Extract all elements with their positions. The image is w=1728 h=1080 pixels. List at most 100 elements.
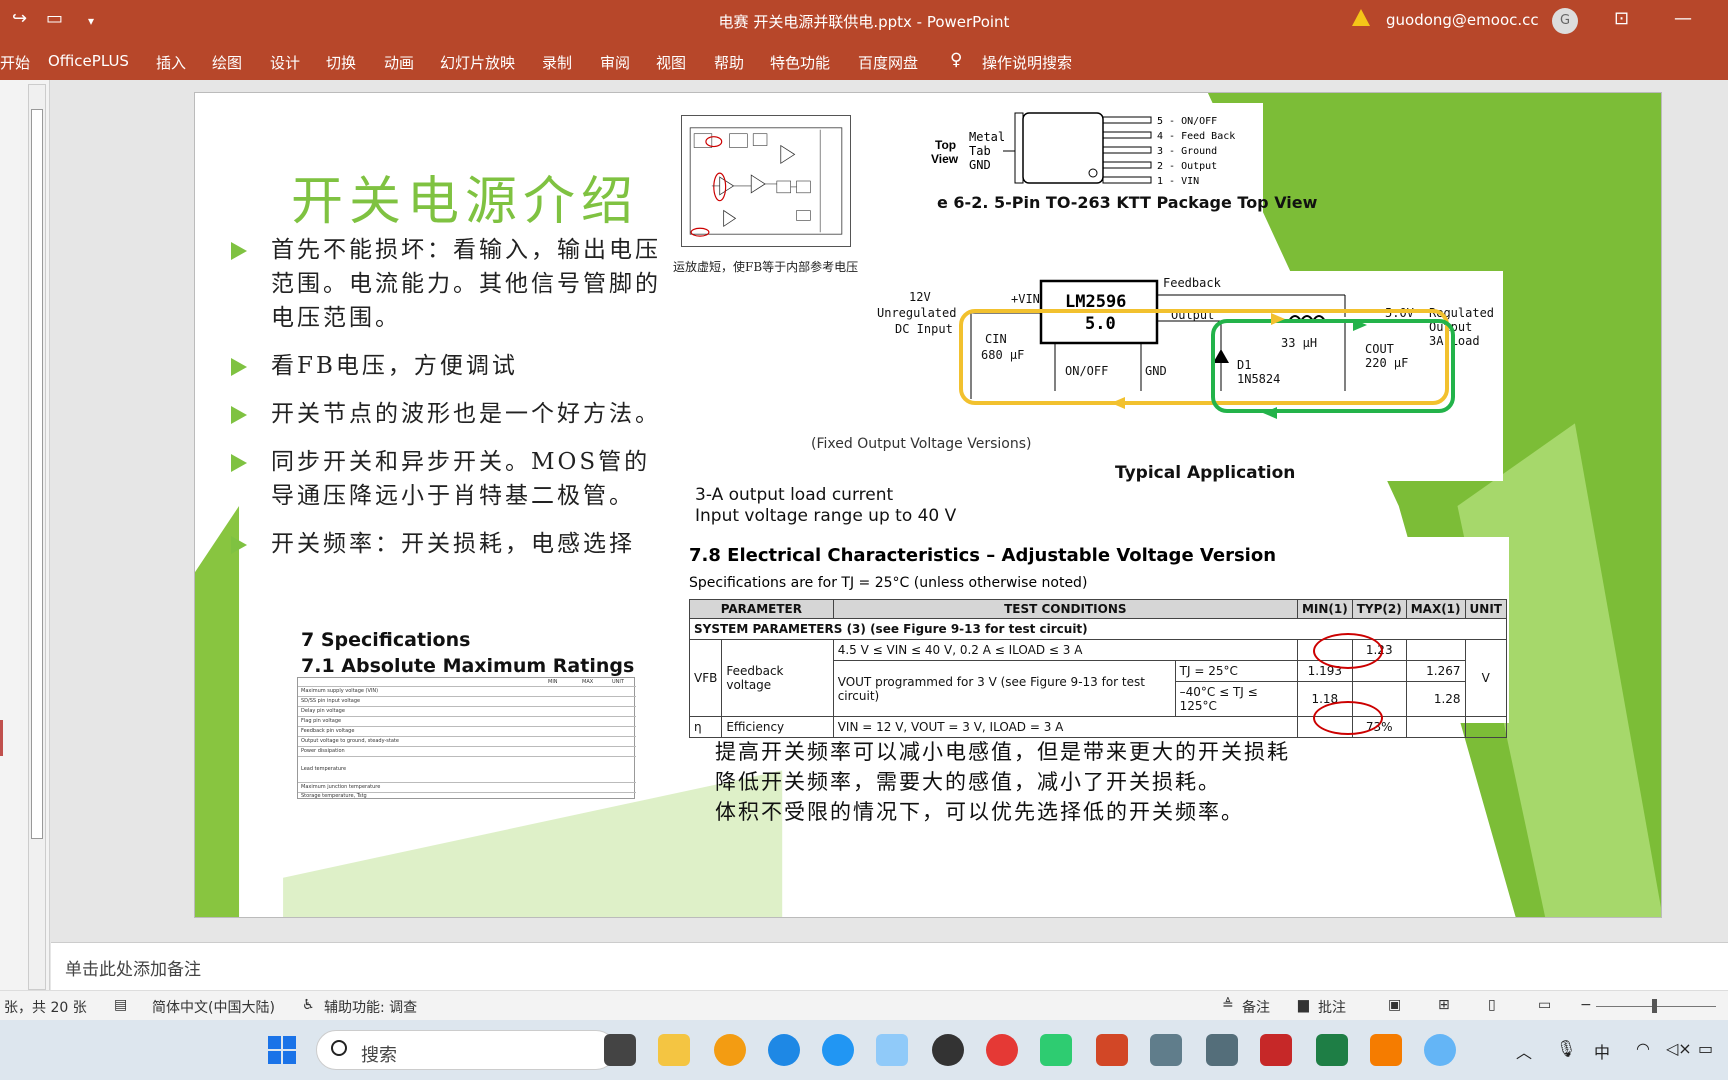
- app-icon[interactable]: [876, 1034, 908, 1066]
- comments-icon[interactable]: ▆: [1298, 997, 1309, 1013]
- volume-mute-icon[interactable]: ◁×: [1666, 1039, 1692, 1058]
- tab-insert[interactable]: 插入: [156, 52, 186, 73]
- package-caption: e 6-2. 5-Pin TO-263 KTT Package Top View: [937, 193, 1318, 212]
- bullet-item: 开关节点的波形也是一个好方法。: [231, 397, 671, 431]
- bullet-list[interactable]: 首先不能损坏：看输入，输出电压范围。电流能力。其他信号管脚的电压范围。 看FB电…: [231, 233, 671, 575]
- svg-text:220 µF: 220 µF: [1365, 356, 1408, 370]
- svg-text:Unregulated: Unregulated: [877, 306, 956, 320]
- svg-text:33 µH: 33 µH: [1281, 336, 1317, 350]
- tab-officeplus[interactable]: OfficePLUS: [48, 52, 129, 70]
- lightbulb-icon[interactable]: ♀: [950, 50, 962, 70]
- comments-button[interactable]: 批注: [1318, 997, 1346, 1017]
- task-view-icon[interactable]: [604, 1034, 636, 1066]
- normal-view-icon[interactable]: ▣: [1388, 997, 1401, 1013]
- tab-design[interactable]: 设计: [270, 52, 300, 73]
- calendar-app-icon[interactable]: [1150, 1034, 1182, 1066]
- calculator-icon[interactable]: [1206, 1034, 1238, 1066]
- user-email[interactable]: guodong@emooc.cc: [1386, 11, 1539, 29]
- app-g-icon[interactable]: [986, 1034, 1018, 1066]
- bullet-item: 同步开关和异步开关。MOS管的导通压降远小于肖特基二极管。: [231, 445, 671, 513]
- powerpoint-icon[interactable]: [1096, 1034, 1128, 1066]
- status-bar: 张，共 20 张 ▤ 简体中文(中国大陆) ♿ 辅助功能: 调查 ≜ 备注 ▆ …: [0, 990, 1728, 1020]
- svg-text:DC Input: DC Input: [895, 322, 953, 336]
- search-app-icon[interactable]: [714, 1034, 746, 1066]
- camera-app-icon[interactable]: [932, 1034, 964, 1066]
- electrical-characteristics-image[interactable]: 7.8 Electrical Characteristics – Adjusta…: [688, 537, 1509, 738]
- ime-indicator[interactable]: 中: [1594, 1039, 1610, 1063]
- svg-text:COUT: COUT: [1365, 342, 1394, 356]
- bullet-item: 首先不能损坏：看输入，输出电压范围。电流能力。其他信号管脚的电压范围。: [231, 233, 671, 335]
- ie-icon[interactable]: [822, 1034, 854, 1066]
- slide-title[interactable]: 开关电源介绍: [291, 159, 639, 234]
- svg-text:View: View: [931, 152, 959, 166]
- taskbar: 搜索 ︿ 🎙 中 ◠ ◁× ▭: [0, 1020, 1728, 1080]
- pin-5-label: 5 - ON/OFF: [1157, 116, 1217, 127]
- notes-button[interactable]: 备注: [1242, 997, 1270, 1017]
- tab-baidu[interactable]: 百度网盘: [858, 52, 918, 73]
- svg-text:Metal: Metal: [969, 130, 1005, 144]
- spec-text-box[interactable]: 3-A output load current Input voltage ra…: [695, 485, 956, 527]
- tab-animations[interactable]: 动画: [384, 52, 414, 73]
- spell-check-icon[interactable]: ▤: [114, 997, 127, 1013]
- zoom-slider-thumb[interactable]: [1652, 999, 1657, 1013]
- battery-icon[interactable]: ▭: [1698, 1039, 1713, 1058]
- block-diagram-image[interactable]: [681, 115, 851, 247]
- svg-text:GND: GND: [969, 158, 991, 172]
- tab-help[interactable]: 帮助: [714, 52, 744, 73]
- tell-me-search[interactable]: 操作说明搜索: [982, 52, 1072, 73]
- bottom-note-text[interactable]: 提高开关频率可以减小电感值，但是带来更大的开关损耗 降低开关频率，需要大的感值，…: [715, 737, 1290, 827]
- svg-text:CIN: CIN: [985, 332, 1007, 346]
- search-icon: [331, 1040, 347, 1056]
- slide-sorter-icon[interactable]: ⊞: [1438, 997, 1450, 1013]
- avatar[interactable]: G: [1552, 8, 1578, 34]
- slide-canvas[interactable]: 开关电源介绍 首先不能损坏：看输入，输出电压范围。电流能力。其他信号管脚的电压范…: [194, 92, 1662, 918]
- red-circle-annotation: [1313, 633, 1383, 669]
- minimize-icon[interactable]: —: [1674, 8, 1692, 29]
- tab-special[interactable]: 特色功能: [770, 52, 830, 73]
- notes-icon[interactable]: ≜: [1222, 997, 1234, 1013]
- notes-placeholder[interactable]: 单击此处添加备注: [65, 955, 201, 980]
- vertical-scrollbar[interactable]: [28, 84, 46, 990]
- taskbar-search[interactable]: 搜索: [316, 1030, 616, 1070]
- language-status[interactable]: 简体中文(中国大陆): [152, 997, 275, 1017]
- zoom-out-icon[interactable]: −: [1580, 997, 1592, 1013]
- tab-draw[interactable]: 绘图: [212, 52, 242, 73]
- slideshow-view-icon[interactable]: ▭: [1538, 997, 1551, 1013]
- reading-view-icon[interactable]: ▯: [1488, 997, 1496, 1013]
- accessibility-status[interactable]: 辅助功能: 调查: [324, 997, 417, 1017]
- ec-title: 7.8 Electrical Characteristics – Adjusta…: [689, 545, 1277, 566]
- tab-review[interactable]: 审阅: [600, 52, 630, 73]
- tray-chevron-icon[interactable]: ︿: [1516, 1039, 1532, 1063]
- bullet-arrow-icon: [231, 536, 247, 554]
- scrollbar-thumb[interactable]: [31, 109, 43, 839]
- wifi-icon[interactable]: ◠: [1636, 1039, 1650, 1058]
- file-explorer-icon[interactable]: [658, 1034, 690, 1066]
- windows-start-icon[interactable]: [268, 1036, 296, 1064]
- tab-home[interactable]: 开始: [0, 52, 30, 73]
- warning-icon[interactable]: [1352, 9, 1370, 26]
- package-drawing: Top View Metal Tab GND 5 - ON/OFF 4 - Fe…: [931, 112, 1235, 187]
- absolute-max-ratings-image[interactable]: MIN MAX UNIT Maximum supply voltage (VIN…: [297, 677, 636, 799]
- svg-text:GND: GND: [1145, 364, 1167, 378]
- excel-icon[interactable]: [1316, 1034, 1348, 1066]
- tab-view[interactable]: 视图: [656, 52, 686, 73]
- tab-record[interactable]: 录制: [542, 52, 572, 73]
- spec7-heading[interactable]: 7 Specifications 7.1 Absolute Maximum Ra…: [301, 627, 634, 679]
- microphone-icon[interactable]: 🎙: [1556, 1039, 1576, 1058]
- red-circle-annotation: [1313, 701, 1383, 735]
- ribbon-display-icon[interactable]: ⊡: [1614, 8, 1629, 29]
- slide-count: 张，共 20 张: [4, 1000, 87, 1016]
- matlab-icon[interactable]: [1260, 1034, 1292, 1066]
- tab-slideshow[interactable]: 幻灯片放映: [440, 52, 515, 73]
- svg-text:ON/OFF: ON/OFF: [1065, 364, 1108, 378]
- accessibility-icon[interactable]: ♿: [302, 997, 315, 1013]
- pdf-app-icon[interactable]: [1370, 1034, 1402, 1066]
- app-icon[interactable]: [1424, 1034, 1456, 1066]
- notes-pane[interactable]: 单击此处添加备注: [51, 942, 1728, 990]
- svg-text:680 µF: 680 µF: [981, 348, 1024, 362]
- edge-icon[interactable]: [768, 1034, 800, 1066]
- tab-transitions[interactable]: 切换: [326, 52, 356, 73]
- fixed-output-caption: (Fixed Output Voltage Versions): [811, 436, 1032, 452]
- wechat-icon[interactable]: [1040, 1034, 1072, 1066]
- pin-4-label: 4 - Feed Back: [1157, 131, 1235, 142]
